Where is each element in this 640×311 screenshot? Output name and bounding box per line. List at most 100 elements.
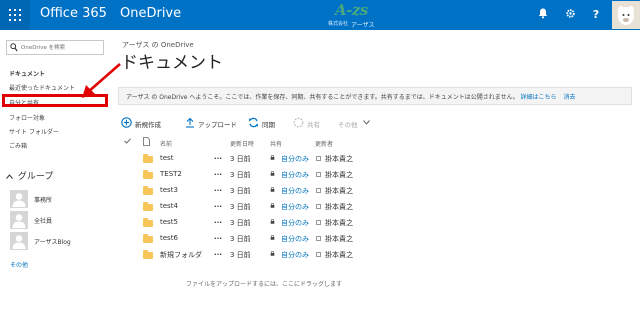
sharing-status-link[interactable]: 自分のみ xyxy=(281,154,309,164)
modified-date: 3 日前 xyxy=(230,219,251,227)
chevron-down-icon xyxy=(363,120,370,125)
file-name[interactable]: TEST2 xyxy=(160,170,182,178)
folder-icon xyxy=(143,186,153,195)
nav-heading-documents[interactable]: ドキュメント xyxy=(9,69,45,78)
modified-date: 3 日前 xyxy=(230,171,251,179)
modified-date: 3 日前 xyxy=(230,251,251,259)
modified-by: 掛本貴之 xyxy=(325,155,353,163)
table-row[interactable]: 新規フォルダ ... 3 日前 自分のみ 掛本貴之 xyxy=(118,248,518,264)
file-name[interactable]: test3 xyxy=(160,186,178,194)
banner-dismiss-link[interactable]: 消去 xyxy=(563,94,575,101)
help-icon[interactable]: ? xyxy=(589,8,603,22)
modified-by: 掛本貴之 xyxy=(325,171,353,179)
nav-item-following[interactable]: フォロー対象 xyxy=(9,113,45,122)
modified-by: 掛本貴之 xyxy=(325,251,353,259)
welcome-banner: アーザス の OneDrive へようこそ。ここでは、作業を保存、同期、共有する… xyxy=(118,87,632,105)
search-input[interactable] xyxy=(21,42,101,53)
groups-header[interactable]: グループ xyxy=(6,169,53,182)
logo-small-text: 株式会社 xyxy=(328,21,349,27)
more-button-label: その他 xyxy=(338,121,358,129)
modified-by: 掛本貴之 xyxy=(325,187,353,195)
presence-checkbox xyxy=(316,252,321,257)
row-menu-button[interactable]: ... xyxy=(214,217,222,225)
new-button-label: 新規作成 xyxy=(135,121,161,129)
search-box[interactable] xyxy=(6,40,104,55)
lock-icon xyxy=(270,235,275,240)
modified-by: 掛本貴之 xyxy=(325,203,353,211)
file-name[interactable]: test4 xyxy=(160,202,178,210)
file-name[interactable]: 新規フォルダ xyxy=(160,250,202,260)
lock-icon xyxy=(270,171,275,176)
file-name[interactable]: test xyxy=(160,154,173,162)
chevron-up-icon xyxy=(6,172,15,182)
table-row[interactable]: test3 ... 3 日前 自分のみ 掛本貴之 xyxy=(118,184,518,200)
row-menu-button[interactable]: ... xyxy=(214,233,222,241)
table-row[interactable]: TEST2 ... 3 日前 自分のみ 掛本貴之 xyxy=(118,168,518,184)
sharing-status-link[interactable]: 自分のみ xyxy=(281,234,309,244)
column-header-modified-by[interactable]: 更新者 xyxy=(315,139,333,148)
row-menu-button[interactable]: ... xyxy=(214,201,222,209)
drop-zone-hint: ファイルをアップロードするには、ここにドラッグします xyxy=(186,281,343,288)
table-row[interactable]: test ... 3 日前 自分のみ 掛本貴之 xyxy=(118,152,518,168)
groups-more-link[interactable]: その他 xyxy=(10,260,28,269)
annotation-arrow-icon xyxy=(82,63,121,98)
table-row[interactable]: test4 ... 3 日前 自分のみ 掛本貴之 xyxy=(118,200,518,216)
sharing-status-link[interactable]: 自分のみ xyxy=(281,218,309,228)
file-name[interactable]: test6 xyxy=(160,234,178,242)
logo-subtext: アーザス xyxy=(351,22,375,29)
file-type-header-icon xyxy=(143,137,150,148)
nav-item-recent[interactable]: 最近使ったドキュメント xyxy=(9,83,75,92)
presence-checkbox xyxy=(316,156,321,161)
nav-item-recycle-bin[interactable]: ごみ箱 xyxy=(9,141,27,150)
banner-learn-more-link[interactable]: 詳細はこちら xyxy=(521,94,557,101)
group-icon xyxy=(10,211,28,229)
group-icon xyxy=(10,232,28,250)
select-all-check-icon[interactable] xyxy=(124,138,131,146)
sync-button-label: 同期 xyxy=(262,121,275,129)
folder-icon xyxy=(143,218,153,227)
groups-header-label: グループ xyxy=(17,172,54,182)
presence-checkbox xyxy=(316,220,321,225)
lock-icon xyxy=(270,155,275,160)
modified-date: 3 日前 xyxy=(230,203,251,211)
gear-icon[interactable] xyxy=(563,8,577,22)
folder-icon xyxy=(143,154,153,163)
presence-checkbox xyxy=(316,172,321,177)
row-menu-button[interactable]: ... xyxy=(214,169,222,177)
office365-brand[interactable]: Office 365 xyxy=(40,6,107,21)
share-icon xyxy=(293,117,304,128)
bell-icon[interactable] xyxy=(536,8,550,22)
sharing-status-link[interactable]: 自分のみ xyxy=(281,250,309,260)
waffle-icon xyxy=(9,9,21,21)
nav-item-site-folders[interactable]: サイト フォルダー xyxy=(9,127,59,136)
modified-by: 掛本貴之 xyxy=(325,235,353,243)
sharing-status-link[interactable]: 自分のみ xyxy=(281,202,309,212)
row-menu-button[interactable]: ... xyxy=(214,153,222,161)
share-button-label: 共有 xyxy=(307,121,320,129)
app-name[interactable]: OneDrive xyxy=(120,6,181,21)
group-label: 全社員 xyxy=(34,218,53,225)
folder-icon xyxy=(143,202,153,211)
column-header-modified[interactable]: 更新日時 xyxy=(230,139,254,148)
banner-message: アーザス の OneDrive へようこそ。ここでは、作業を保存、同期、共有する… xyxy=(126,92,576,101)
top-bar: Office 365 OneDrive A-zs 株式会社 アーザス ? xyxy=(0,0,640,30)
app-launcher-button[interactable] xyxy=(0,0,30,30)
company-logo: A-zs 株式会社 アーザス xyxy=(327,1,383,29)
folder-icon xyxy=(143,250,153,259)
search-icon xyxy=(10,43,18,52)
column-header-name[interactable]: 名前 xyxy=(160,139,172,148)
sharing-status-link[interactable]: 自分のみ xyxy=(281,186,309,196)
lock-icon xyxy=(270,251,275,256)
lock-icon xyxy=(270,219,275,224)
user-avatar[interactable] xyxy=(612,1,640,29)
column-header-sharing[interactable]: 共有 xyxy=(270,139,282,148)
file-name[interactable]: test5 xyxy=(160,218,178,226)
row-menu-button[interactable]: ... xyxy=(214,249,222,257)
presence-checkbox xyxy=(316,236,321,241)
table-row[interactable]: test6 ... 3 日前 自分のみ 掛本貴之 xyxy=(118,232,518,248)
upload-button-label: アップロード xyxy=(198,121,237,129)
row-menu-button[interactable]: ... xyxy=(214,185,222,193)
modified-by: 掛本貴之 xyxy=(325,219,353,227)
table-row[interactable]: test5 ... 3 日前 自分のみ 掛本貴之 xyxy=(118,216,518,232)
sharing-status-link[interactable]: 自分のみ xyxy=(281,170,309,180)
